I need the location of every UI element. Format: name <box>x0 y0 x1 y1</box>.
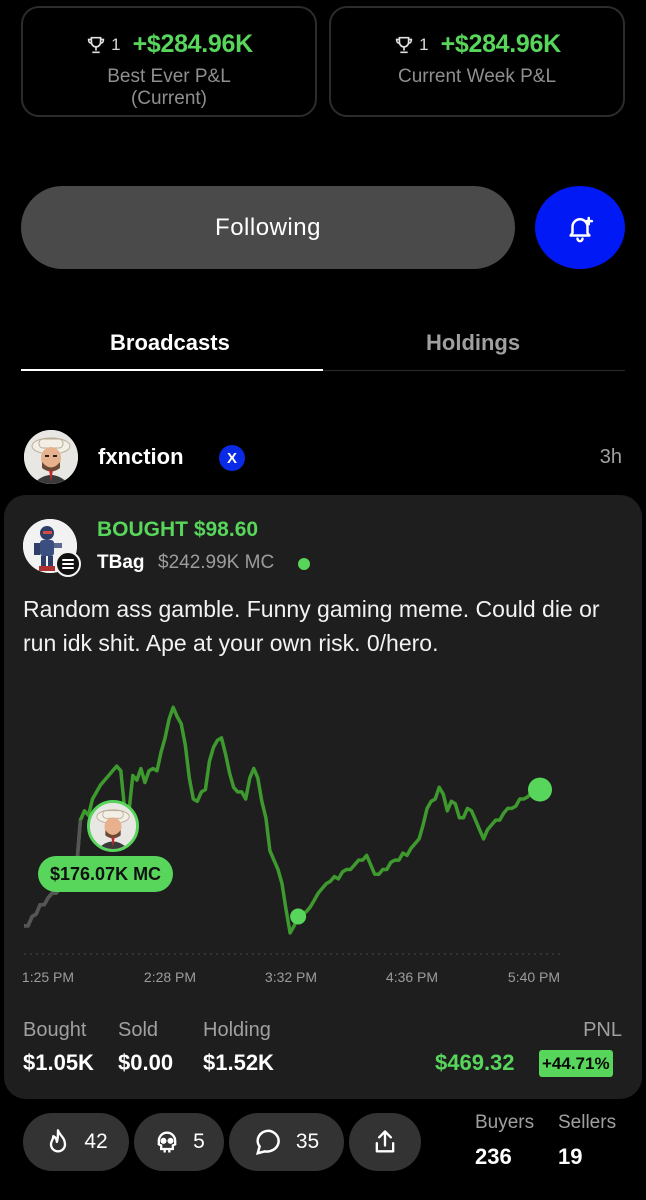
x-tick-label: 2:28 PM <box>144 969 196 985</box>
sold-value: $0.00 <box>118 1050 174 1075</box>
solana-chain-icon <box>55 551 81 577</box>
fire-icon <box>50 1129 67 1153</box>
comment-count: 35 <box>295 1130 320 1153</box>
current-week-pnl-value: +$284.96K <box>440 30 562 58</box>
sellers-count: 19 <box>558 1144 583 1169</box>
token-ticker[interactable]: TBag <box>97 552 145 574</box>
x-tick-label: 4:36 PM <box>386 969 438 985</box>
tab-broadcasts[interactable]: Broadcasts <box>110 330 230 356</box>
trophy-icon <box>87 36 105 53</box>
x-verified-badge: X <box>219 445 245 471</box>
author-name[interactable]: fxnction <box>98 444 184 470</box>
x-tick-label: 1:25 PM <box>22 969 74 985</box>
bought-value: $1.05K <box>23 1050 94 1075</box>
author-avatar[interactable] <box>24 430 78 484</box>
fire-reaction-button[interactable]: 42 <box>23 1113 129 1171</box>
entry-market-cap-pill: $176.07K MC <box>38 856 174 892</box>
comment-button[interactable]: 35 <box>229 1113 344 1171</box>
following-button[interactable]: Following <box>21 186 515 269</box>
trade-action: BOUGHT $98.60 <box>97 518 259 541</box>
skull-reaction-button[interactable]: 5 <box>134 1113 224 1171</box>
buyers-label: Buyers <box>475 1112 535 1133</box>
current-week-pnl-label: Current Week P&L <box>397 66 557 87</box>
sellers-label: Sellers <box>558 1112 617 1133</box>
post-author-row: fxnction X 3h <box>24 430 624 484</box>
rank-number: 1 <box>419 34 429 54</box>
broadcast-post-card[interactable]: BOUGHT $98.60 TBag $242.99K MC Random as… <box>4 495 642 1099</box>
buy-point-marker <box>290 908 307 925</box>
comment-icon <box>255 1129 280 1156</box>
share-button[interactable] <box>349 1113 421 1171</box>
holding-label: Holding <box>203 1019 271 1041</box>
x-tick-label: 5:40 PM <box>508 969 560 985</box>
token-market-cap: $242.99K MC <box>158 552 275 573</box>
bought-label: Bought <box>23 1019 87 1041</box>
best-ever-pnl-value: +$284.96K <box>132 30 254 58</box>
bell-plus-icon <box>569 216 594 242</box>
post-time-ago: 3h <box>599 446 622 468</box>
avatar-illustration <box>24 430 78 484</box>
active-tab-indicator <box>21 369 323 371</box>
entry-marker-avatar <box>87 800 139 852</box>
share-icon <box>375 1130 395 1153</box>
x-tick-label: 3:32 PM <box>265 969 317 985</box>
fire-count: 42 <box>84 1130 108 1153</box>
current-price-marker <box>528 777 552 802</box>
pnl-percent-badge: +44.71% <box>539 1050 613 1077</box>
current-week-pnl-card[interactable]: 1 +$284.96K Current Week P&L <box>329 6 625 117</box>
pnl-value: $469.32 <box>435 1050 515 1075</box>
live-status-dot <box>298 558 310 570</box>
notification-bell-button[interactable] <box>535 186 625 269</box>
tab-holdings[interactable]: Holdings <box>426 330 520 356</box>
sold-label: Sold <box>118 1019 159 1041</box>
holding-value: $1.52K <box>203 1050 274 1075</box>
trophy-icon <box>395 36 413 53</box>
post-text: Random ass gamble. Funny gaming meme. Co… <box>23 596 600 656</box>
best-ever-pnl-label: Best Ever P&L (Current) <box>107 66 231 109</box>
best-ever-pnl-card[interactable]: 1 +$284.96K Best Ever P&L (Current) <box>21 6 317 117</box>
rank-number: 1 <box>111 34 121 54</box>
skull-count: 5 <box>193 1130 205 1153</box>
avatar-illustration <box>90 803 136 849</box>
skull-icon <box>157 1131 177 1153</box>
pnl-label: PNL <box>583 1019 622 1041</box>
buyers-count: 236 <box>475 1144 512 1169</box>
